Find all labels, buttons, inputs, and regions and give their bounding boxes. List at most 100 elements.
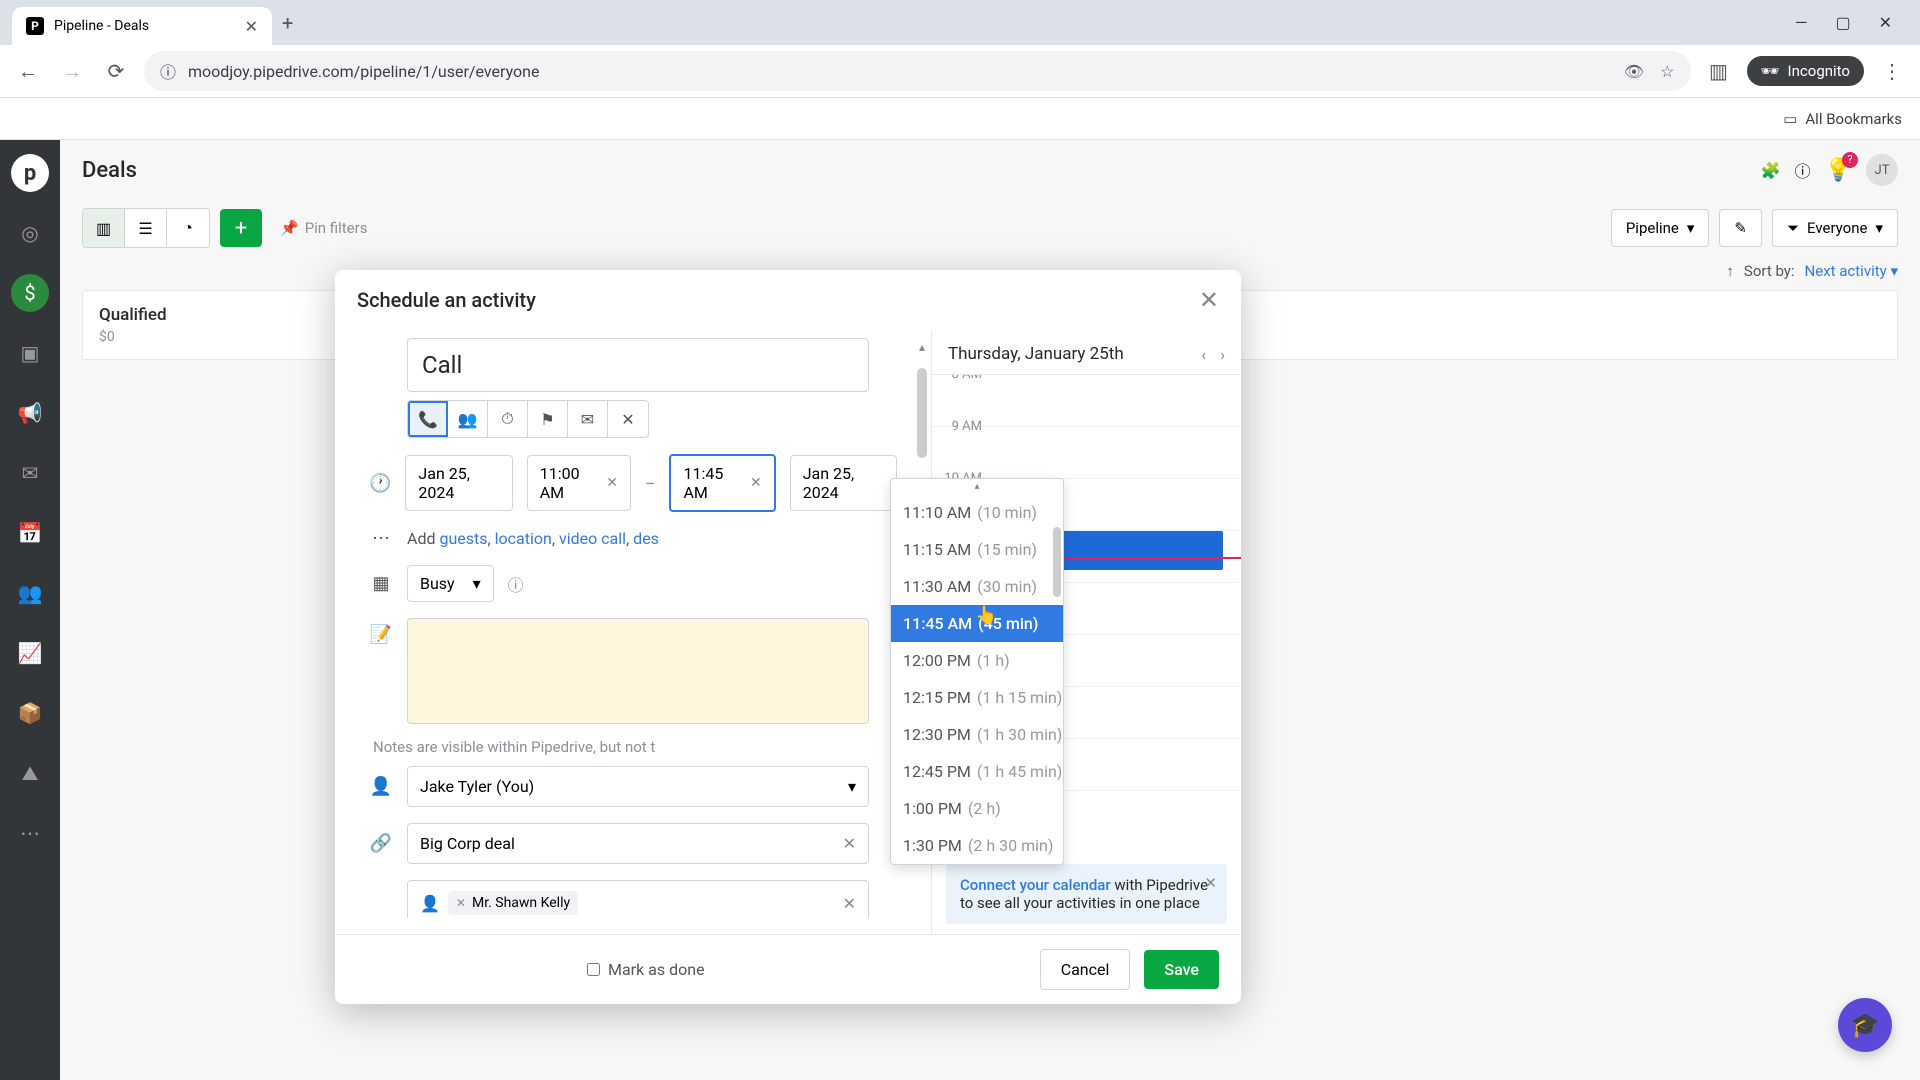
time-option[interactable]: 12:30 PM (1 h 30 min) bbox=[891, 716, 1063, 753]
chevron-down-icon: ▾ bbox=[1875, 219, 1883, 237]
sidebar-item-projects[interactable]: ▣ bbox=[11, 334, 49, 372]
modal-footer: Mark as done Cancel Save bbox=[335, 934, 1241, 1004]
tab-title: Pipeline - Deals bbox=[54, 18, 149, 34]
scroll-up-icon[interactable]: ▴ bbox=[891, 479, 1063, 494]
activity-type-toggle: 📞 👥 ⏱ ⚑ ✉ ✕ bbox=[407, 400, 649, 438]
scroll-up-icon[interactable]: ▴ bbox=[919, 340, 925, 354]
end-date-input[interactable]: Jan 25, 2024 bbox=[790, 455, 897, 511]
sort-value[interactable]: Next activity ▾ bbox=[1805, 262, 1898, 280]
type-meeting-button[interactable]: 👥 bbox=[448, 401, 488, 437]
forward-button[interactable]: → bbox=[56, 55, 88, 87]
clock-icon: 🕐 bbox=[369, 473, 391, 494]
save-button[interactable]: Save bbox=[1144, 950, 1219, 989]
menu-icon[interactable]: ⋮ bbox=[1876, 55, 1908, 87]
view-pipeline-button[interactable]: ▥ bbox=[83, 209, 125, 247]
type-call-button[interactable]: 📞 bbox=[408, 401, 448, 437]
time-option[interactable]: 12:15 PM (1 h 15 min) bbox=[891, 679, 1063, 716]
address-bar[interactable]: ⓘ moodjoy.pipedrive.com/pipeline/1/user/… bbox=[144, 51, 1691, 91]
scrollbar-thumb[interactable] bbox=[1053, 527, 1061, 597]
availability-select[interactable]: Busy▾ bbox=[407, 565, 494, 602]
time-option[interactable]: 11:15 AM (15 min) bbox=[891, 531, 1063, 568]
address-row: ← → ⟳ ⓘ moodjoy.pipedrive.com/pipeline/1… bbox=[0, 45, 1920, 97]
sidebar-item-campaigns[interactable]: 📢 bbox=[11, 394, 49, 432]
incognito-badge[interactable]: 🕶 Incognito bbox=[1747, 56, 1865, 86]
start-time-input[interactable]: 11:00 AM✕ bbox=[527, 455, 631, 511]
owner-select[interactable]: Jake Tyler (You)▾ bbox=[407, 766, 869, 807]
reload-button[interactable]: ⟳ bbox=[100, 55, 132, 87]
chevron-down-icon: ▾ bbox=[473, 574, 481, 593]
pipeline-dropdown[interactable]: Pipeline▾ bbox=[1611, 209, 1710, 247]
type-lunch-button[interactable]: ✕ bbox=[608, 401, 648, 437]
sidebar-item-insights[interactable]: 📈 bbox=[11, 634, 49, 672]
maximize-icon[interactable]: ▢ bbox=[1835, 13, 1850, 32]
browser-tab[interactable]: P Pipeline - Deals ✕ bbox=[12, 7, 272, 45]
notes-textarea[interactable] bbox=[407, 618, 869, 724]
dismiss-banner-button[interactable]: ✕ bbox=[1204, 874, 1217, 892]
time-option[interactable]: 1:30 PM (2 h 30 min) bbox=[891, 827, 1063, 864]
add-deal-button[interactable]: + bbox=[220, 209, 262, 247]
deal-select[interactable]: Big Corp deal✕ bbox=[407, 823, 869, 864]
activity-title-input[interactable] bbox=[407, 338, 869, 392]
all-bookmarks[interactable]: All Bookmarks bbox=[1805, 110, 1902, 128]
time-option[interactable]: 1:00 PM (2 h) bbox=[891, 790, 1063, 827]
add-guests-link[interactable]: guests bbox=[439, 529, 487, 548]
time-option[interactable]: 11:30 AM (30 min) bbox=[891, 568, 1063, 605]
type-task-button[interactable]: ⏱ bbox=[488, 401, 528, 437]
notifications-icon[interactable]: 💡 bbox=[1825, 158, 1852, 183]
prev-day-button[interactable]: ‹ bbox=[1201, 345, 1206, 364]
time-option[interactable]: 12:45 PM (1 h 45 min) bbox=[891, 753, 1063, 790]
sidebar-item-contacts[interactable]: 👥 bbox=[11, 574, 49, 612]
sidebar-item-mail[interactable]: ✉ bbox=[11, 454, 49, 492]
help-fab[interactable]: 🎓 bbox=[1838, 998, 1892, 1052]
minimize-icon[interactable]: — bbox=[1795, 13, 1808, 32]
pin-icon: 📌 bbox=[280, 219, 299, 237]
view-list-button[interactable]: ☰ bbox=[125, 209, 167, 247]
cancel-button[interactable]: Cancel bbox=[1040, 949, 1131, 990]
start-date-input[interactable]: Jan 25, 2024 bbox=[405, 455, 512, 511]
edit-pipeline-button[interactable]: ✎ bbox=[1719, 209, 1762, 247]
new-tab-button[interactable]: + bbox=[282, 11, 293, 35]
help-icon[interactable]: ⓘ bbox=[1795, 158, 1811, 182]
sort-arrow-icon[interactable]: ↑ bbox=[1726, 262, 1734, 280]
contact-field[interactable]: 👤 ✕Mr. Shawn Kelly ✕ bbox=[407, 880, 869, 918]
time-option[interactable]: 12:00 PM (1 h) bbox=[891, 642, 1063, 679]
user-avatar[interactable]: JT bbox=[1866, 154, 1898, 186]
eye-off-icon[interactable]: 👁 bbox=[1624, 62, 1644, 81]
sidebar-item-activities[interactable]: 📅 bbox=[11, 514, 49, 552]
connect-calendar-link[interactable]: Connect your calendar bbox=[960, 876, 1111, 894]
info-icon[interactable]: ⓘ bbox=[508, 572, 524, 596]
sidebar-item-more[interactable]: ⋯ bbox=[11, 814, 49, 852]
sidebar-item-leads[interactable]: ◎ bbox=[11, 214, 49, 252]
scrollbar-thumb[interactable] bbox=[917, 368, 927, 458]
pin-filters-button[interactable]: 📌 Pin filters bbox=[280, 219, 367, 237]
bookmark-star-icon[interactable]: ☆ bbox=[1660, 62, 1674, 81]
back-button[interactable]: ← bbox=[12, 55, 44, 87]
pipedrive-logo[interactable]: p bbox=[11, 154, 49, 192]
close-modal-button[interactable]: ✕ bbox=[1199, 286, 1219, 314]
time-option[interactable]: 11:10 AM (10 min) bbox=[891, 494, 1063, 531]
add-location-link[interactable]: location bbox=[495, 529, 552, 548]
close-tab-icon[interactable]: ✕ bbox=[245, 17, 258, 36]
time-option[interactable]: 11:45 AM (45 min) bbox=[891, 605, 1063, 642]
sidebar-item-deals[interactable]: $ bbox=[11, 274, 49, 312]
mark-done-checkbox[interactable]: Mark as done bbox=[587, 960, 705, 979]
end-time-input[interactable]: 11:45 AM✕ bbox=[669, 454, 775, 512]
chevron-down-icon: ▾ bbox=[1687, 219, 1695, 237]
remove-icon: ✕ bbox=[456, 896, 466, 910]
add-video-call-link[interactable]: video call bbox=[559, 529, 626, 548]
extensions-icon[interactable]: 🧩 bbox=[1761, 161, 1781, 180]
type-deadline-button[interactable]: ⚑ bbox=[528, 401, 568, 437]
bookmarks-folder-icon[interactable]: ▭ bbox=[1783, 110, 1797, 128]
view-forecast-button[interactable]: ◔ bbox=[167, 209, 209, 247]
sidebar-item-products[interactable]: 📦 bbox=[11, 694, 49, 732]
sidebar-item-marketplace[interactable]: ⛰ bbox=[11, 754, 49, 792]
close-window-icon[interactable]: ✕ bbox=[1879, 13, 1892, 32]
add-description-link[interactable]: des bbox=[633, 529, 659, 548]
bookmarks-bar: ▭ All Bookmarks bbox=[0, 97, 1920, 139]
panel-icon[interactable]: ▥ bbox=[1703, 55, 1735, 87]
everyone-filter-dropdown[interactable]: ⏷Everyone▾ bbox=[1772, 209, 1898, 247]
site-info-icon[interactable]: ⓘ bbox=[160, 59, 176, 83]
time-label: 8 AM bbox=[932, 374, 990, 382]
type-email-button[interactable]: ✉ bbox=[568, 401, 608, 437]
next-day-button[interactable]: › bbox=[1220, 345, 1225, 364]
